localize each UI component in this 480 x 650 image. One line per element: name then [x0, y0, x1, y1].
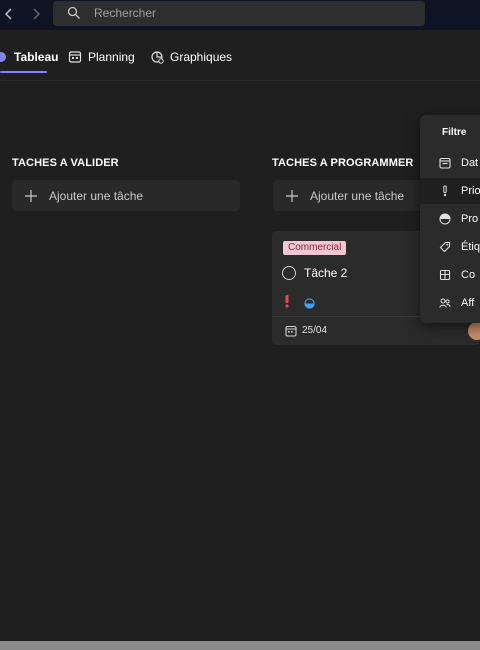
column-title: TACHES A VALIDER — [12, 157, 119, 169]
title-bar: Rechercher — [0, 0, 480, 30]
filter-item-bucket[interactable]: Co — [420, 262, 480, 288]
urgent-priority-icon — [283, 294, 291, 308]
filter-item-label: Étiq — [461, 241, 480, 253]
filter-item-label: Prio — [461, 185, 480, 197]
tab-label: Planning — [88, 50, 135, 64]
filter-item-assigned[interactable]: Aff — [420, 290, 480, 316]
due-date: 25/04 — [302, 325, 328, 336]
view-tabs: Tableau Planning Graphiques — [0, 30, 480, 81]
tab-tableau[interactable]: Tableau — [0, 47, 58, 67]
tab-label: Graphiques — [170, 50, 233, 64]
assignee-avatar[interactable] — [468, 322, 480, 340]
label-tag-icon — [439, 241, 451, 253]
add-task-label: Ajouter une tâche — [49, 188, 144, 203]
filter-item-priority[interactable]: Prio — [420, 178, 480, 204]
tab-planning[interactable]: Planning — [68, 47, 135, 67]
search-icon — [67, 6, 81, 20]
filter-menu-title: Filtre — [442, 127, 467, 138]
in-progress-icon — [304, 296, 315, 309]
forward-arrow-icon[interactable] — [29, 7, 43, 21]
filter-item-label: Aff — [461, 297, 475, 309]
schedule-icon — [68, 50, 82, 64]
search-input[interactable]: Rechercher — [94, 6, 156, 20]
task-title: Tâche 2 — [304, 266, 348, 280]
back-arrow-icon[interactable] — [2, 7, 16, 21]
board-icon — [0, 50, 8, 64]
add-task-label: Ajouter une tâche — [310, 188, 405, 203]
active-tab-indicator — [0, 71, 47, 73]
column-title: TACHES A PROGRAMMER — [272, 157, 414, 169]
complete-task-checkbox[interactable] — [282, 266, 296, 280]
label-chip: Commercial — [283, 241, 347, 255]
search-box[interactable]: Rechercher — [53, 1, 425, 26]
filter-item-labels[interactable]: Étiq — [420, 234, 480, 260]
add-task-button[interactable]: Ajouter une tâche — [12, 180, 240, 211]
filter-item-date[interactable]: Dat — [420, 150, 480, 176]
bucket-icon — [439, 269, 451, 281]
tab-label: Tableau — [14, 50, 59, 64]
filter-item-label: Dat — [461, 157, 479, 169]
plus-icon — [286, 189, 298, 202]
calendar-icon — [439, 157, 451, 169]
filter-menu: Filtre Dat Prio Pro Étiq Co Aff — [420, 115, 480, 323]
plus-icon — [25, 189, 37, 202]
filter-item-label: Pro — [461, 213, 479, 225]
tab-graphiques[interactable]: Graphiques — [150, 47, 232, 67]
filter-item-progress[interactable]: Pro — [420, 206, 480, 232]
people-icon — [439, 297, 451, 309]
progress-icon — [439, 213, 451, 225]
priority-icon — [439, 185, 451, 197]
horizontal-scrollbar[interactable] — [0, 641, 480, 650]
chart-icon — [150, 50, 164, 64]
filter-item-label: Co — [461, 269, 476, 281]
calendar-icon — [285, 324, 297, 337]
